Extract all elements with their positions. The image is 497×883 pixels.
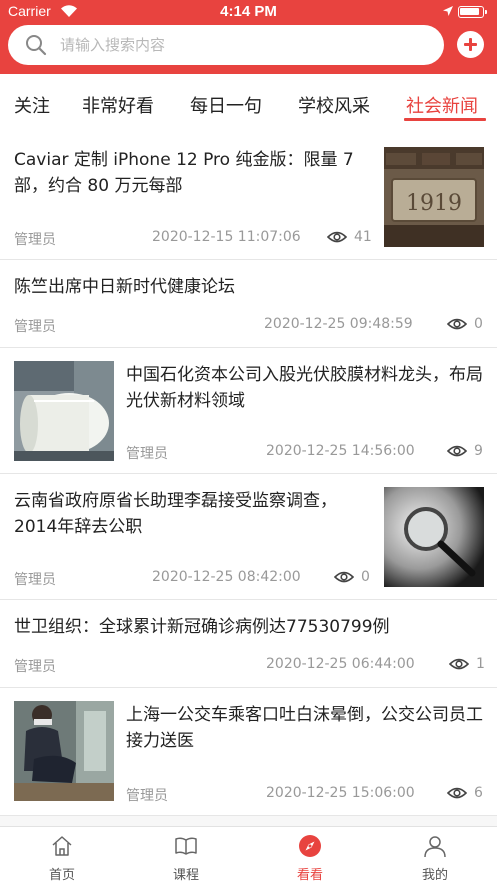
header-bar: Carrier 4:14 PM — [0, 0, 497, 74]
tabbar-course[interactable]: 课程 — [124, 827, 248, 883]
news-thumbnail-bus-rescue — [14, 701, 114, 801]
news-title: 上海一公交车乘客口吐白沫晕倒，公交公司员工接力送医 — [126, 705, 483, 751]
thumbnail-year-text: 1919 — [406, 191, 462, 216]
news-date: 2020-12-25 06:44:00 — [266, 656, 415, 672]
search-icon — [26, 35, 47, 56]
news-title: 世卫组织：全球累计新冠确诊病例达77530799例 — [14, 617, 390, 637]
news-item[interactable]: 中国石化资本公司入股光伏胶膜材料龙头，布局光伏新材料领域 管理员 2020-12… — [0, 348, 497, 474]
battery-icon — [458, 6, 487, 18]
add-button[interactable] — [457, 31, 484, 58]
eye-icon — [334, 571, 354, 583]
news-view-count: 1 — [476, 656, 485, 672]
book-icon — [175, 837, 197, 855]
eye-icon — [447, 445, 467, 457]
news-thumbnail-magnifier — [384, 487, 484, 587]
tab-school-style[interactable]: 学校风采 — [298, 92, 370, 118]
home-icon — [52, 836, 72, 856]
tabbar-discover[interactable]: 看看 — [248, 827, 372, 883]
news-title: Caviar 定制 iPhone 12 Pro 纯金版：限量 7 部，约合 80… — [14, 150, 354, 196]
bottom-tab-bar: 首页 课程 看看 我的 — [0, 826, 497, 883]
news-author: 管理员 — [14, 319, 56, 335]
tab-daily-quote[interactable]: 每日一句 — [190, 92, 262, 118]
news-thumbnail-film-roll — [14, 361, 114, 461]
tab-social-news[interactable]: 社会新闻 — [406, 92, 478, 118]
tabbar-home-label: 首页 — [48, 868, 75, 883]
news-item[interactable]: 世卫组织：全球累计新冠确诊病例达77530799例 管理员 2020-12-25… — [0, 600, 497, 688]
status-bar: Carrier 4:14 PM — [0, 0, 497, 24]
list-end-divider — [0, 816, 497, 826]
news-view-count: 0 — [361, 569, 370, 585]
news-author: 管理员 — [14, 572, 56, 588]
news-item[interactable]: 云南省政府原省长助理李磊接受监察调查，2014年辞去公职 管理员 2020-12… — [0, 474, 497, 600]
compass-icon — [299, 835, 321, 857]
tab-very-good-looking[interactable]: 非常好看 — [82, 92, 154, 118]
category-tabs: 关注 非常好看 每日一句 学校风采 社会新闻 — [0, 74, 497, 132]
news-item[interactable]: 陈竺出席中日新时代健康论坛 管理员 2020-12-25 09:48:59 0 — [0, 260, 497, 348]
news-date: 2020-12-15 11:07:06 — [152, 229, 301, 245]
news-author: 管理员 — [126, 788, 168, 804]
news-date: 2020-12-25 08:42:00 — [152, 569, 301, 585]
news-author: 管理员 — [14, 232, 56, 248]
eye-icon — [447, 318, 467, 330]
search-input[interactable] — [60, 25, 430, 65]
news-view-count: 6 — [474, 785, 483, 801]
tabbar-mine-label: 我的 — [421, 868, 448, 883]
tab-follow[interactable]: 关注 — [14, 92, 50, 118]
tabbar-mine[interactable]: 我的 — [373, 827, 497, 883]
news-title: 中国石化资本公司入股光伏胶膜材料龙头，布局光伏新材料领域 — [126, 365, 483, 411]
news-author: 管理员 — [126, 446, 168, 462]
location-arrow-icon — [443, 6, 453, 16]
news-view-count: 9 — [474, 443, 483, 459]
tabbar-course-label: 课程 — [172, 868, 199, 883]
eye-icon — [327, 231, 347, 243]
search-bar[interactable] — [8, 25, 444, 65]
news-title: 云南省政府原省长助理李磊接受监察调查，2014年辞去公职 — [14, 491, 337, 537]
tabbar-discover-label: 看看 — [296, 868, 323, 883]
news-item[interactable]: Caviar 定制 iPhone 12 Pro 纯金版：限量 7 部，约合 80… — [0, 132, 497, 260]
news-date: 2020-12-25 09:48:59 — [264, 316, 413, 332]
news-date: 2020-12-25 14:56:00 — [266, 443, 415, 459]
tabbar-home[interactable]: 首页 — [0, 827, 124, 883]
news-item[interactable]: 上海一公交车乘客口吐白沫晕倒，公交公司员工接力送医 管理员 2020-12-25… — [0, 688, 497, 816]
news-date: 2020-12-25 15:06:00 — [266, 785, 415, 801]
active-tab-indicator — [404, 118, 486, 121]
status-time: 4:14 PM — [220, 3, 277, 20]
news-thumbnail-1919: 1919 — [384, 147, 484, 247]
news-author: 管理员 — [14, 659, 56, 675]
news-view-count: 41 — [354, 229, 372, 245]
eye-icon — [447, 787, 467, 799]
news-title: 陈竺出席中日新时代健康论坛 — [14, 277, 235, 297]
eye-icon — [449, 658, 469, 670]
user-icon — [424, 836, 446, 858]
news-view-count: 0 — [474, 316, 483, 332]
